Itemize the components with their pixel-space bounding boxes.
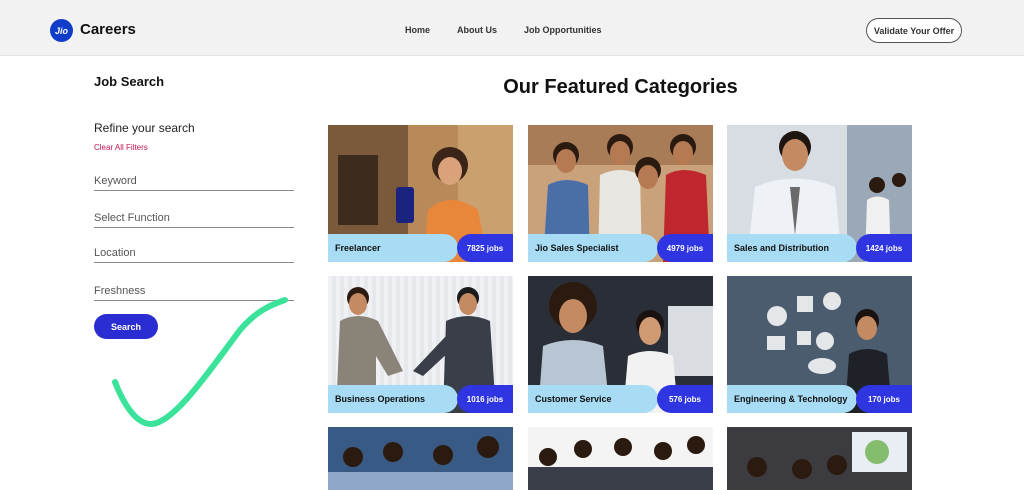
category-label: Sales and Distribution <box>727 234 857 262</box>
group-professionals-photo <box>528 427 713 490</box>
refine-search-heading: Refine your search <box>94 121 195 135</box>
office-team-photo <box>727 427 912 490</box>
nav-job-opportunities[interactable]: Job Opportunities <box>524 25 602 35</box>
job-count-badge: 170 jobs <box>856 385 912 413</box>
job-count-badge: 1424 jobs <box>856 234 912 262</box>
category-label: Engineering & Technology <box>727 385 857 413</box>
keyword-field[interactable]: Keyword <box>94 171 294 191</box>
top-nav-bar: Jio Careers Home About Us Job Opportunit… <box>0 0 1024 56</box>
validate-offer-button[interactable]: Validate Your Offer <box>866 18 962 43</box>
job-count-badge: 1016 jobs <box>457 385 513 413</box>
category-card-jio-sales-specialist[interactable]: Jio Sales Specialist 4979 jobs <box>528 125 713 262</box>
category-card-customer-service[interactable]: Customer Service 576 jobs <box>528 276 713 413</box>
job-count-badge: 4979 jobs <box>657 234 713 262</box>
category-card-business-operations[interactable]: Business Operations 1016 jobs <box>328 276 513 413</box>
location-field[interactable]: Location <box>94 243 294 263</box>
nav-about-us[interactable]: About Us <box>457 25 497 35</box>
brand-title[interactable]: Careers <box>80 21 136 38</box>
job-search-title: Job Search <box>94 74 165 89</box>
clear-filters-link[interactable]: Clear All Filters <box>94 143 148 152</box>
category-label: Jio Sales Specialist <box>528 234 658 262</box>
category-card-freelancer[interactable]: Freelancer 7825 jobs <box>328 125 513 262</box>
checkmark-annotation-icon <box>112 297 288 427</box>
category-card-sales-and-distribution[interactable]: Sales and Distribution 1424 jobs <box>727 125 912 262</box>
job-count-badge: 576 jobs <box>657 385 713 413</box>
featured-categories-title: Our Featured Categories <box>503 76 738 98</box>
select-function-field[interactable]: Select Function <box>94 208 294 228</box>
jio-logo[interactable]: Jio <box>50 19 73 42</box>
category-label: Business Operations <box>328 385 458 413</box>
job-count-badge: 7825 jobs <box>457 234 513 262</box>
category-card-partial[interactable] <box>528 427 713 490</box>
category-card-partial[interactable] <box>328 427 513 490</box>
category-card-engineering-technology[interactable]: Engineering & Technology 170 jobs <box>727 276 912 413</box>
category-label: Freelancer <box>328 234 458 262</box>
team-meeting-photo <box>328 427 513 490</box>
nav-home[interactable]: Home <box>405 25 430 35</box>
category-label: Customer Service <box>528 385 658 413</box>
category-card-partial[interactable] <box>727 427 912 490</box>
